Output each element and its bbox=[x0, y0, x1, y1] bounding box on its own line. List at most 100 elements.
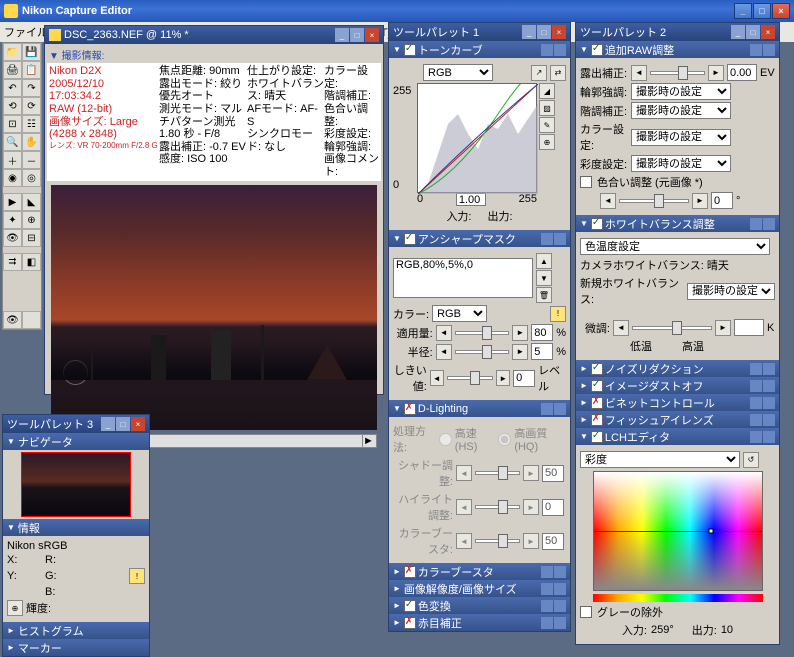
us-a-r[interactable]: ► bbox=[512, 325, 528, 341]
lch-header[interactable]: ▼LCHエディタ bbox=[576, 428, 779, 445]
raw-chk[interactable] bbox=[591, 44, 603, 56]
curve-canvas[interactable] bbox=[417, 83, 537, 193]
raw-o[interactable] bbox=[763, 44, 775, 56]
pal1-close[interactable]: × bbox=[552, 25, 566, 39]
us-r-r[interactable]: ► bbox=[512, 344, 528, 360]
hist-header[interactable]: ►ヒストグラム bbox=[3, 622, 149, 639]
close-button[interactable]: × bbox=[772, 3, 790, 19]
tool-undo[interactable]: ↶ bbox=[3, 79, 22, 97]
raw-header[interactable]: ▼追加RAW調整 bbox=[576, 41, 779, 58]
tool-picker[interactable]: ◎ bbox=[22, 169, 41, 187]
cv-o[interactable] bbox=[554, 600, 566, 612]
curve-reset[interactable] bbox=[541, 44, 553, 56]
tool-zoom-in[interactable]: ＋ bbox=[3, 151, 22, 169]
tool-wb[interactable]: ▶ bbox=[3, 193, 22, 211]
fish-r[interactable] bbox=[750, 414, 762, 426]
wb-r[interactable] bbox=[750, 218, 762, 230]
cv-header[interactable]: ►色変換 bbox=[389, 597, 570, 614]
wb-f-v[interactable] bbox=[734, 319, 764, 336]
curve-t3[interactable]: ✎ bbox=[539, 117, 555, 133]
us-color[interactable]: RGB bbox=[432, 305, 487, 322]
info-header[interactable]: ▼情報 bbox=[3, 519, 149, 536]
wb-new[interactable]: 撮影時の設定 bbox=[687, 283, 775, 300]
raw-cm[interactable]: 撮影時の設定 bbox=[631, 129, 731, 146]
raw-h-l[interactable]: ◄ bbox=[600, 193, 616, 209]
curve-auto[interactable]: ↗ bbox=[531, 65, 547, 81]
maximize-button[interactable]: □ bbox=[753, 3, 771, 19]
re-o[interactable] bbox=[554, 617, 566, 629]
vig-o[interactable] bbox=[763, 397, 775, 409]
tool-info[interactable]: 👁 bbox=[3, 311, 22, 329]
tool-redo[interactable]: ↷ bbox=[22, 79, 41, 97]
doc-close[interactable]: × bbox=[365, 28, 379, 42]
pal3-max[interactable]: □ bbox=[116, 417, 130, 431]
nav-thumb[interactable] bbox=[21, 452, 131, 517]
tool-curve[interactable]: ◣ bbox=[22, 193, 41, 211]
wb-f-r[interactable]: ► bbox=[715, 320, 731, 336]
curve-t1[interactable]: ◢ bbox=[539, 83, 555, 99]
fish-header[interactable]: ►フィッシュアイレンズ bbox=[576, 411, 779, 428]
tool-grid[interactable]: ☷ bbox=[22, 115, 41, 133]
curve-opt[interactable] bbox=[554, 44, 566, 56]
raw-tone[interactable]: 撮影時の設定 bbox=[631, 102, 731, 119]
tool-zoom[interactable]: 🔍 bbox=[3, 133, 22, 151]
raw-hue-chk[interactable] bbox=[580, 176, 592, 188]
tool-print[interactable]: 🖨 bbox=[3, 61, 22, 79]
us-r-v[interactable] bbox=[531, 343, 553, 360]
tool-mask[interactable]: ⊟ bbox=[22, 229, 41, 247]
tool-rotate-l[interactable]: ⟲ bbox=[3, 97, 22, 115]
us-t-sld[interactable] bbox=[447, 376, 494, 380]
unsharp-reset[interactable] bbox=[541, 233, 553, 245]
us-t-v[interactable] bbox=[513, 370, 535, 387]
raw-h-v[interactable] bbox=[711, 192, 733, 209]
tool-batch[interactable]: ⮆ bbox=[3, 253, 22, 271]
res-header[interactable]: ►画像解像度/画像サイズ bbox=[389, 580, 570, 597]
vig-chk[interactable] bbox=[591, 397, 603, 409]
vig-r[interactable] bbox=[750, 397, 762, 409]
curve-chk[interactable] bbox=[404, 44, 416, 56]
tool-copy[interactable]: 📋 bbox=[22, 61, 41, 79]
re-r[interactable] bbox=[541, 617, 553, 629]
us-t-l[interactable]: ◄ bbox=[430, 370, 444, 386]
curve-header[interactable]: ▼トーンカーブ bbox=[389, 41, 570, 58]
nr-header[interactable]: ►ノイズリダクション bbox=[576, 360, 779, 377]
pal2-header[interactable]: ツールパレット 2_□× bbox=[576, 23, 779, 41]
wb-header[interactable]: ▼ホワイトバランス調整 bbox=[576, 215, 779, 232]
us-r-l[interactable]: ◄ bbox=[436, 344, 452, 360]
doc-max[interactable]: □ bbox=[350, 28, 364, 42]
us-del[interactable]: 🗑 bbox=[536, 287, 552, 303]
pal3-min[interactable]: _ bbox=[101, 417, 115, 431]
cb-r[interactable] bbox=[541, 566, 553, 578]
us-up[interactable]: ▲ bbox=[536, 253, 552, 269]
res-r[interactable] bbox=[541, 583, 553, 595]
dust-r[interactable] bbox=[750, 380, 762, 392]
tool-hand[interactable]: ✋ bbox=[22, 133, 41, 151]
wb-o[interactable] bbox=[763, 218, 775, 230]
info-pick[interactable]: ⊕ bbox=[7, 600, 23, 616]
wb-chk[interactable] bbox=[591, 218, 603, 230]
lch-reset[interactable]: ↺ bbox=[743, 452, 759, 468]
dlight-header[interactable]: ▼D-Lighting bbox=[389, 400, 570, 417]
nr-r[interactable] bbox=[750, 363, 762, 375]
dust-header[interactable]: ►イメージダストオフ bbox=[576, 377, 779, 394]
tool-rotate-r[interactable]: ⟳ bbox=[22, 97, 41, 115]
cv-r[interactable] bbox=[541, 600, 553, 612]
re-chk[interactable] bbox=[404, 617, 416, 629]
lch-gray-chk[interactable] bbox=[580, 606, 592, 618]
vig-header[interactable]: ►ビネットコントロール bbox=[576, 394, 779, 411]
dust-chk[interactable] bbox=[591, 380, 603, 392]
lch-chk[interactable] bbox=[591, 431, 603, 443]
us-t-r[interactable]: ► bbox=[496, 370, 510, 386]
raw-h-r[interactable]: ► bbox=[692, 193, 708, 209]
lch-o[interactable] bbox=[763, 431, 775, 443]
pal3-header[interactable]: ツールパレット 3_□× bbox=[3, 415, 149, 433]
cv-chk[interactable] bbox=[404, 600, 416, 612]
nav-header[interactable]: ▼ナビゲータ bbox=[3, 433, 149, 450]
curve-gamma[interactable] bbox=[456, 193, 486, 206]
unsharp-list[interactable]: RGB,80%,5%,0 bbox=[393, 258, 533, 298]
lch-canvas[interactable] bbox=[593, 471, 763, 591]
doc-titlebar[interactable]: DSC_2363.NEF @ 11% * _□× bbox=[45, 26, 383, 44]
raw-e-l[interactable]: ◄ bbox=[631, 65, 647, 81]
raw-edge[interactable]: 撮影時の設定 bbox=[631, 83, 731, 100]
marker-header[interactable]: ►マーカー bbox=[3, 639, 149, 656]
